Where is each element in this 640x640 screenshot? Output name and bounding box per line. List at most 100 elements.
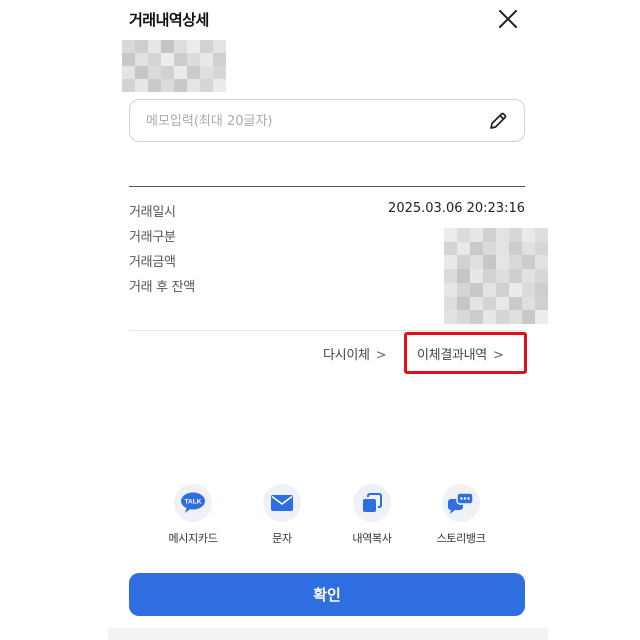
redacted-pixel [122,79,135,92]
redacted-pixel [535,296,548,311]
page-title: 거래내역상세 [129,11,209,29]
redacted-pixel [483,269,496,283]
redacted-pixel [174,40,187,53]
redacted-pixel [187,40,200,53]
redacted-pixel [483,282,496,297]
redacted-pixel [135,40,148,53]
share-icon-circle [442,484,480,522]
redacted-pixel [444,282,457,297]
redacted-pixel [470,310,483,324]
redacted-pixel [187,66,200,79]
redacted-pixel [535,310,548,324]
redacted-pixel [509,255,522,270]
talk-bubble-icon: TALK [181,492,205,513]
redacted-pixel [213,79,226,92]
redacted-pixel [174,79,187,92]
memo-input[interactable] [146,108,476,134]
share-message-card-button[interactable]: TALK 메시지카드 [157,484,229,546]
redacted-pixel [496,269,509,283]
transfer-result-label: 이체결과내역 [417,348,487,363]
redacted-pixel [496,228,509,242]
redacted-pixel [161,53,174,66]
redacted-pixel [483,310,496,324]
redacted-pixel [187,53,200,66]
redacted-pixel [174,53,187,66]
section-divider [129,186,525,187]
label-transaction-datetime: 거래일시 [129,205,176,220]
chevron-right-icon: > [492,348,504,363]
redacted-pixel [496,282,509,297]
redacted-pixel [496,255,509,270]
share-icon-circle [353,484,391,522]
transaction-detail-screen: 거래내역상세 거래일시 2025.03.06 20:23:16 거래구분 거래금… [0,0,640,640]
talk-badge-text: TALK [185,499,202,506]
redacted-pixel [200,66,213,79]
redacted-pixel [470,228,483,242]
close-icon[interactable] [496,7,520,31]
redacted-pixel [496,241,509,256]
pencil-icon[interactable] [488,111,508,131]
share-sms-button[interactable]: 문자 [246,484,318,546]
redacted-pixel [457,282,470,297]
redacted-pixel [148,66,161,79]
redacted-pixel [535,269,548,283]
share-label: 문자 [272,532,292,545]
redacted-pixel [457,296,470,311]
memo-field[interactable] [129,99,525,142]
redacted-pixel [187,79,200,92]
share-label: 내역복사 [352,532,392,545]
transfer-again-link[interactable]: 다시이체 > [323,344,387,363]
share-copy-button[interactable]: 내역복사 [336,484,408,546]
redacted-pixel [444,228,457,242]
redacted-pixel [470,296,483,311]
redacted-amount-values [444,228,548,324]
redacted-pixel [522,282,535,297]
redacted-pixel [483,296,496,311]
redacted-pixel [509,296,522,311]
label-transaction-amount: 거래금액 [129,255,176,270]
redacted-pixel [509,269,522,283]
share-icon-circle [263,484,301,522]
redacted-pixel [509,241,522,256]
redacted-pixel [470,241,483,256]
redacted-pixel [213,53,226,66]
redacted-pixel [444,241,457,256]
redacted-pixel [522,241,535,256]
redacted-pixel [135,53,148,66]
redacted-pixel [161,79,174,92]
redacted-pixel [470,282,483,297]
chat-bubbles-icon [448,492,474,514]
label-balance-after: 거래 후 잔액 [129,280,195,295]
redacted-pixel [535,228,548,242]
redacted-pixel [522,269,535,283]
redacted-pixel [522,310,535,324]
redacted-pixel [148,40,161,53]
right-margin [548,0,640,640]
transfer-again-label: 다시이체 [323,348,370,363]
redacted-pixel [148,53,161,66]
redacted-pixel [457,255,470,270]
chevron-right-icon: > [375,348,387,363]
redacted-pixel [457,310,470,324]
share-icon-circle: TALK [174,484,212,522]
redacted-pixel [522,255,535,270]
redacted-pixel [135,79,148,92]
redacted-pixel [444,269,457,283]
envelope-icon [271,495,293,511]
redacted-pixel [200,79,213,92]
share-storybank-button[interactable]: 스토리뱅크 [425,484,497,546]
redacted-pixel [509,310,522,324]
redacted-account-name [122,40,226,92]
redacted-pixel [200,53,213,66]
redacted-pixel [135,66,148,79]
transfer-result-link[interactable]: 이체결과내역 > [417,344,504,363]
redacted-pixel [122,66,135,79]
redacted-pixel [457,269,470,283]
redacted-pixel [122,40,135,53]
redacted-pixel [509,282,522,297]
redacted-pixel [470,269,483,283]
confirm-button[interactable]: 확인 [129,573,525,616]
redacted-pixel [457,228,470,242]
redacted-pixel [535,241,548,256]
redacted-pixel [522,296,535,311]
